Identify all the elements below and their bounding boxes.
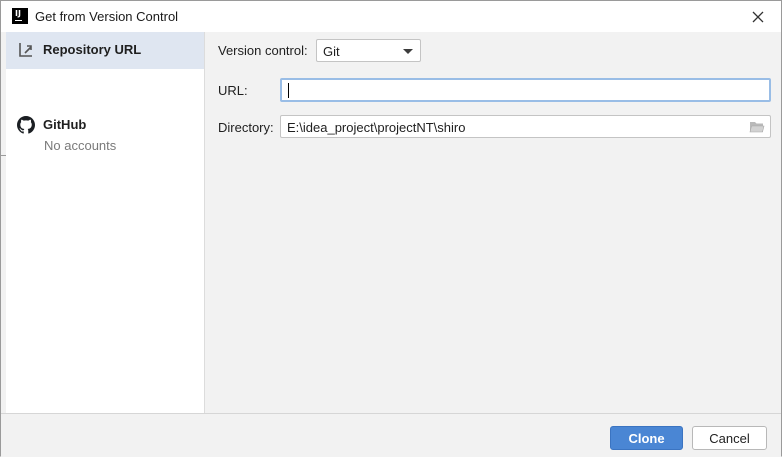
github-accounts-status: No accounts [44, 138, 117, 153]
github-icon [17, 116, 35, 134]
button-bar: Clone Cancel [1, 413, 781, 457]
directory-label: Directory: [218, 120, 274, 135]
folder-icon[interactable] [749, 120, 765, 134]
title-bar: IJ Get from Version Control [1, 1, 781, 32]
repository-url-icon [19, 43, 32, 57]
directory-field[interactable]: E:\idea_project\projectNT\shiro [280, 115, 771, 138]
cancel-button[interactable]: Cancel [692, 426, 767, 450]
dialog-window: IJ Get from Version Control Repository U… [0, 0, 782, 457]
dialog-title: Get from Version Control [35, 9, 179, 24]
url-label: URL: [218, 83, 248, 98]
version-control-label: Version control: [218, 43, 308, 58]
intellij-idea-icon: IJ [12, 8, 28, 24]
clone-button[interactable]: Clone [610, 426, 683, 450]
close-icon [752, 11, 764, 23]
main-form: Version control: Git URL: Directory: E:\… [206, 32, 781, 413]
sidebar: Repository URL GitHub No accounts [6, 32, 205, 413]
chevron-down-icon [403, 49, 413, 54]
close-button[interactable] [747, 6, 769, 28]
version-control-select[interactable]: Git [316, 39, 421, 62]
sidebar-item-repository-url[interactable]: Repository URL [6, 32, 204, 69]
directory-value: E:\idea_project\projectNT\shiro [287, 120, 466, 135]
sidebar-item-github[interactable]: GitHub No accounts [6, 69, 204, 153]
sidebar-item-label: Repository URL [43, 42, 142, 57]
text-caret [288, 83, 289, 98]
url-input[interactable] [280, 78, 771, 102]
version-control-value: Git [323, 44, 340, 59]
sidebar-item-label: GitHub [43, 117, 87, 132]
